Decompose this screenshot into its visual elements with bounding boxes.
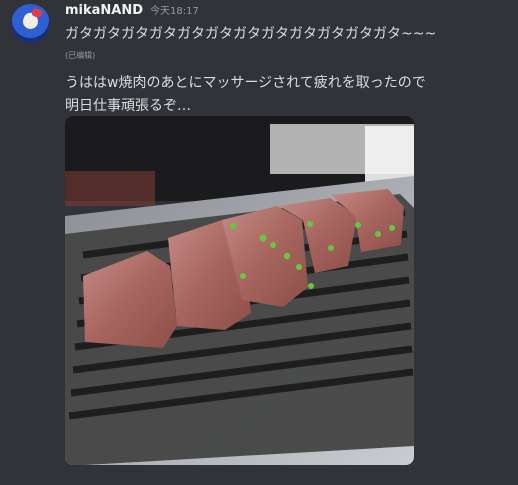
message-header: mikaNAND 今天18:17 — [65, 2, 199, 18]
message-text-line-1: ガタガタガタガタガタガタガタガタガタガタガタガタ~~~ — [65, 26, 437, 42]
timestamp[interactable]: 今天18:17 — [150, 2, 199, 17]
message-text-line-3: 明日仕事頑張るぞ… — [65, 98, 191, 114]
edited-label: (已编辑) — [65, 51, 96, 60]
user-avatar[interactable] — [11, 4, 50, 43]
image-attachment[interactable] — [65, 116, 414, 465]
grilled-meat-photo — [65, 116, 414, 465]
username[interactable]: mikaNAND — [65, 3, 143, 18]
chat-message: mikaNAND 今天18:17 ガタガタガタガタガタガタガタガタガタガタガタガ… — [0, 0, 518, 485]
message-text-line-2: うははw焼肉のあとにマッサージされて疲れを取ったので — [65, 75, 426, 91]
